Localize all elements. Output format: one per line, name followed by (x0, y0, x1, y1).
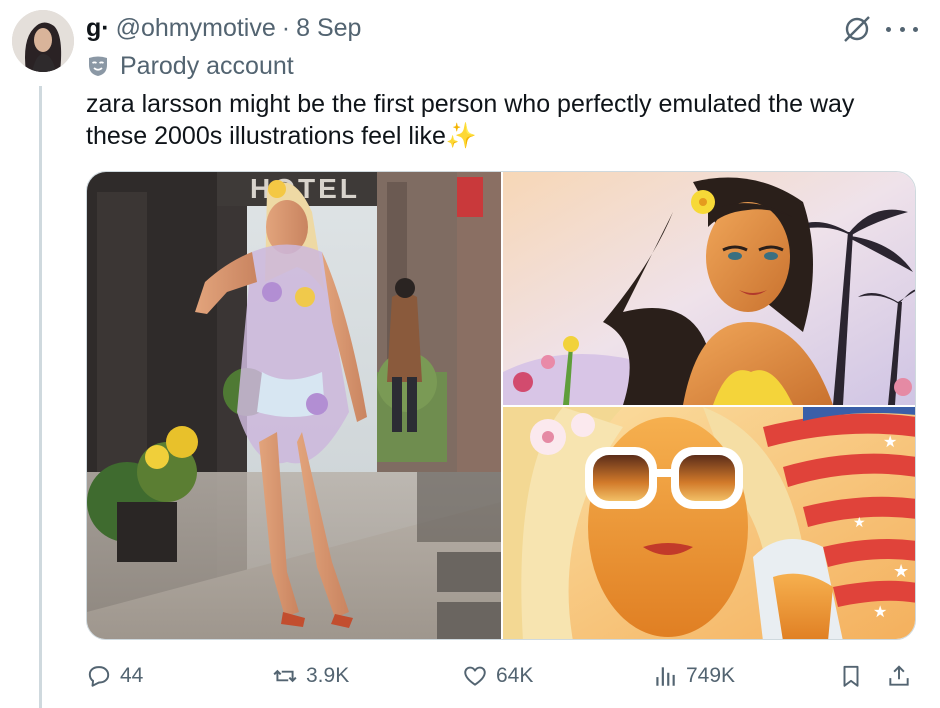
bookmark-button[interactable] (838, 654, 872, 698)
display-name[interactable]: g· (86, 14, 110, 43)
views-count: 749K (686, 664, 736, 687)
repost-icon (273, 669, 297, 683)
tweet-text: zara larsson might be the first person w… (86, 88, 906, 152)
like-count: 64K (496, 664, 534, 687)
svg-text:★: ★ (873, 604, 887, 621)
share-button[interactable] (886, 654, 920, 698)
heart-icon (464, 666, 486, 686)
repost-button[interactable]: 3.9K (272, 654, 349, 698)
tweet-text-line-2: these 2000s illustrations feel like✨ (86, 122, 478, 150)
avatar[interactable] (12, 10, 74, 72)
repost-count: 3.9K (306, 664, 350, 687)
svg-text:★: ★ (853, 514, 866, 530)
bookmark-icon (843, 665, 859, 687)
views-button[interactable]: 749K (652, 654, 735, 698)
parody-label-text: Parody account (120, 51, 294, 80)
illustration-palm-woman[interactable] (503, 172, 915, 405)
parody-label: Parody account (86, 50, 294, 82)
media-grid: HOTEL ★ ★ ★ ★ (86, 171, 916, 640)
analytics-icon (656, 667, 675, 686)
mask-icon (86, 54, 110, 78)
share-icon (889, 665, 909, 686)
svg-text:★: ★ (883, 434, 897, 451)
illustration-sunglasses-woman[interactable]: ★ ★ ★ ★ (503, 407, 915, 639)
thread-line (39, 86, 42, 708)
tweet-text-line-1: zara larsson might be the first person w… (86, 90, 855, 118)
user-handle[interactable]: @ohmymotive (116, 14, 276, 43)
tweet-date[interactable]: 8 Sep (296, 14, 361, 43)
svg-text:★: ★ (893, 561, 909, 581)
more-options-icon[interactable] (886, 18, 918, 40)
tweet-header: g· @ohmymotive · 8 Sep (86, 12, 361, 44)
reply-button[interactable]: 44 (86, 654, 143, 698)
photo-street[interactable]: HOTEL (87, 172, 501, 639)
grok-icon[interactable] (840, 14, 874, 44)
action-bar: 44 3.9K 64K 749K (86, 654, 916, 698)
header-separator: · (281, 13, 291, 42)
reply-icon (88, 666, 110, 687)
reply-count: 44 (120, 664, 144, 687)
like-button[interactable]: 64K (462, 654, 533, 698)
